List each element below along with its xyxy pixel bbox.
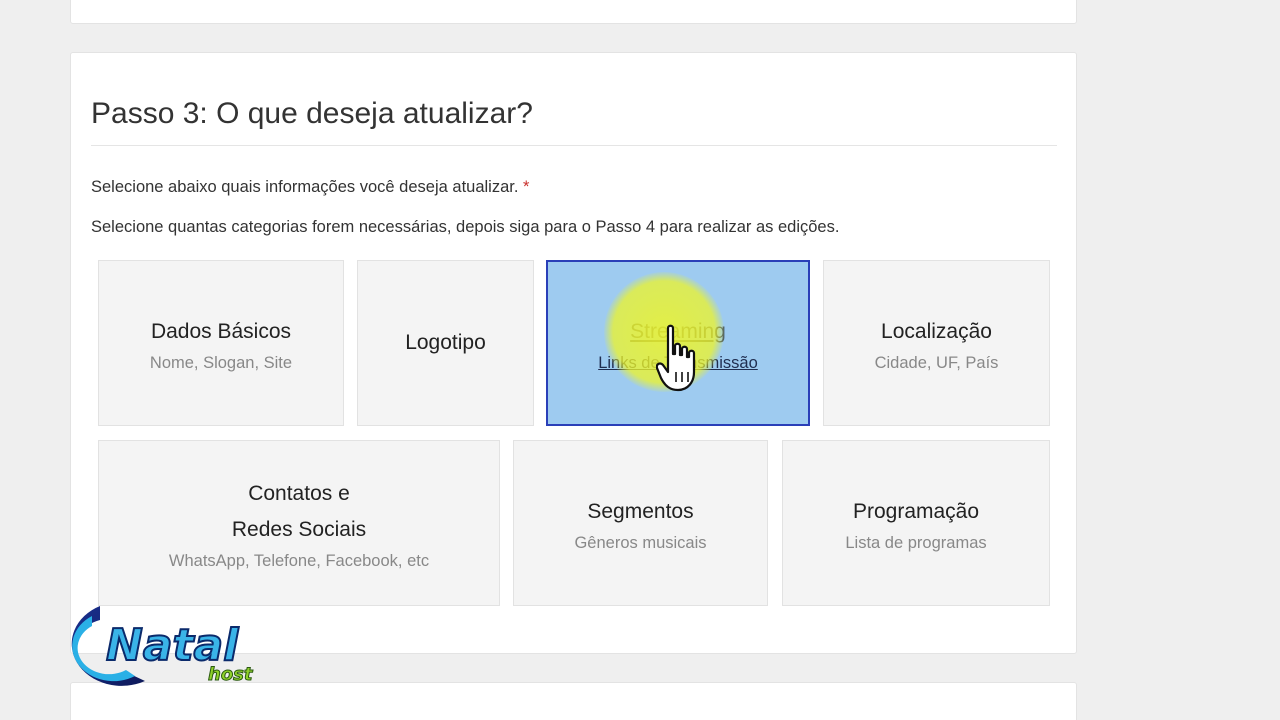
instruction-select-text: Selecione abaixo quais informações você …: [91, 178, 519, 196]
card-subtitle: Nome, Slogan, Site: [149, 353, 293, 372]
instruction-categories: Selecione quantas categorias forem neces…: [91, 218, 840, 236]
card-title-line2: Redes Sociais: [231, 517, 367, 541]
card-contatos-redes-sociais[interactable]: Contatos e Redes Sociais WhatsApp, Telef…: [98, 440, 500, 606]
card-subtitle: Links de Transmissão: [598, 353, 758, 372]
title-divider: [91, 145, 1057, 146]
card-title: Logotipo: [405, 331, 486, 354]
required-marker: *: [523, 178, 530, 196]
card-logotipo[interactable]: Logotipo: [357, 260, 534, 426]
card-title: Segmentos: [587, 499, 694, 523]
card-title: Localização: [881, 319, 992, 343]
card-title: Dados Básicos: [150, 319, 292, 343]
card-subtitle: Gêneros musicais: [574, 533, 707, 552]
instruction-select: Selecione abaixo quais informações você …: [91, 178, 529, 197]
card-dados-basicos[interactable]: Dados Básicos Nome, Slogan, Site: [98, 260, 344, 426]
logo-subtext: host: [208, 664, 254, 685]
card-title: Streaming: [630, 319, 726, 343]
card-segmentos[interactable]: Segmentos Gêneros musicais: [513, 440, 768, 606]
card-localizacao[interactable]: Localização Cidade, UF, País: [823, 260, 1050, 426]
card-subtitle: Lista de programas: [845, 533, 987, 552]
step-title: Passo 3: O que deseja atualizar?: [91, 97, 533, 130]
card-programacao[interactable]: Programação Lista de programas: [782, 440, 1050, 606]
card-subtitle: Cidade, UF, País: [874, 353, 999, 372]
card-title: Programação: [852, 499, 980, 523]
previous-step-panel: [70, 0, 1077, 24]
card-subtitle: WhatsApp, Telefone, Facebook, etc: [168, 551, 430, 570]
card-title-line1: Contatos e: [248, 481, 350, 505]
natal-host-logo: Natal host: [71, 606, 254, 686]
card-streaming[interactable]: Streaming Links de Transmissão: [546, 260, 810, 426]
